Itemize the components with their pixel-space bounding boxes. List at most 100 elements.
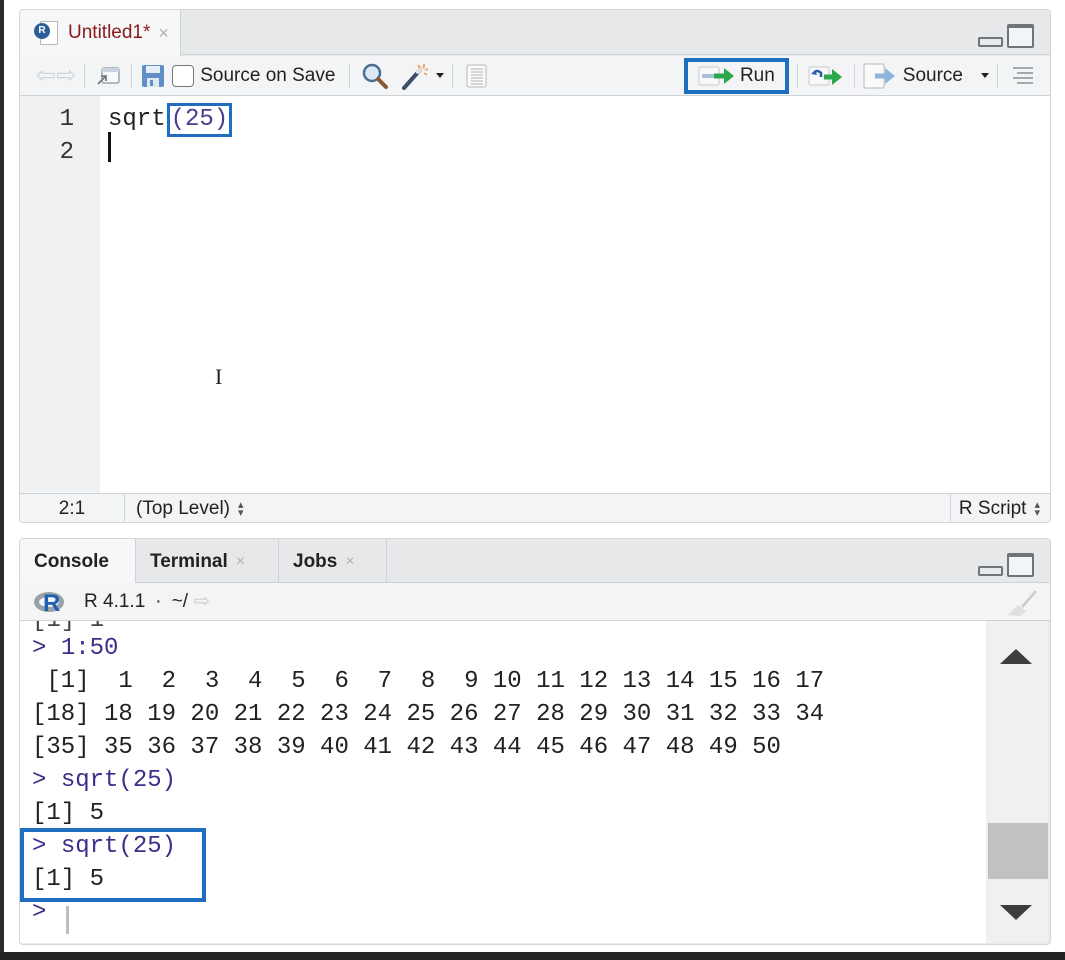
run-button[interactable]: Run [683,57,789,94]
console-header: R R 4.1.1 · ~/ ⇨ [20,583,1050,621]
prompt: > [32,899,47,926]
scope-label: (Top Level) [136,498,230,519]
search-icon [363,63,389,89]
toolbar-divider [452,63,454,88]
back-button[interactable]: ⇦ [36,61,56,91]
show-in-new-window-button[interactable] [93,61,123,91]
r-logo-icon: R [34,588,68,617]
updown-icon: ▴ ▾ [238,499,244,519]
find-replace-button[interactable] [358,61,392,91]
highlight-box [20,828,206,902]
source-on-save-checkbox[interactable] [172,64,195,87]
updown-icon: ▴ ▾ [1034,499,1040,519]
outline-icon [1013,66,1033,84]
console-tabbar: Console Terminal × Jobs × [20,539,1050,584]
source-label: Source [902,64,963,86]
console-output[interactable]: [1] 1 > 1:50 [1] 1 2 3 4 5 6 7 8 9 10 11… [20,621,986,943]
code-line[interactable]: sqrt (25) [108,103,233,137]
minimize-pane-icon[interactable] [978,37,1003,47]
window-edge [0,0,4,960]
source-editor-pane: R Untitled1* × ⇦ ⇨ Source on Save Run So… [19,9,1051,523]
toolbar-divider [131,63,133,88]
popout-window-icon [97,66,120,85]
command-text: 1:50 [60,635,119,662]
run-label: Run [739,64,775,86]
console-output-line: [1] 1 2 3 4 5 6 7 8 9 10 11 12 13 14 15 … [32,668,825,695]
mouse-ibeam-cursor: I [215,364,223,389]
console-output-line: [18] 18 19 20 21 22 23 24 25 26 27 28 29… [32,701,825,728]
code-function: sqrt [108,106,166,133]
minimize-pane-icon[interactable] [978,566,1003,576]
clear-console-broom-icon[interactable] [1006,589,1038,617]
file-type-label: R Script [958,498,1027,519]
prompt: > [32,635,47,662]
maximize-pane-icon[interactable] [1007,24,1034,48]
file-type-selector[interactable]: R Script ▴ ▾ [949,494,1050,522]
r-version: R 4.1.1 [84,590,146,612]
tab-console[interactable]: Console [20,539,136,584]
separator: · [155,590,162,612]
save-disk-icon [142,64,165,87]
pane-controls [978,24,1034,48]
document-outline-button[interactable] [1006,61,1040,91]
source-options-dropdown[interactable] [977,61,989,91]
console-command-line: > sqrt(25) [32,767,176,794]
arrow-right-icon: ⇨ [56,61,77,89]
rerun-button[interactable] [806,61,846,91]
text-cursor [108,132,111,162]
tab-untitled1[interactable]: R Untitled1* × [20,10,181,56]
maximize-pane-icon[interactable] [1007,553,1034,577]
scroll-thumb[interactable] [988,823,1048,879]
console-line-partial: [1] 1 [32,621,104,634]
tab-terminal[interactable]: Terminal × [136,539,279,584]
close-icon[interactable]: × [158,23,169,44]
source-file-icon [863,63,895,88]
editor-toolbar: ⇦ ⇨ Source on Save Run Source [20,56,1050,96]
tab-jobs[interactable]: Jobs × [279,539,387,584]
scroll-down-arrow-icon[interactable] [1000,905,1032,920]
toolbar-divider [349,63,351,88]
working-directory[interactable]: ~/ [172,591,188,613]
code-tools-button[interactable] [400,61,445,91]
source-on-save-toggle[interactable]: Source on Save [172,61,335,91]
chevron-down-icon [981,73,989,78]
toolbar-divider [796,63,798,88]
compile-report-button[interactable] [461,61,491,91]
toolbar-divider [997,63,998,88]
cursor-position: 2:1 [20,494,125,522]
r-script-file-icon: R [34,19,60,47]
source-button[interactable]: Source [863,61,963,91]
highlighted-argument: (25) [166,103,233,137]
code-editor[interactable]: 1 2 sqrt (25) I [20,96,1050,493]
forward-button[interactable]: ⇨ [56,61,76,91]
line-number: 2 [59,139,74,166]
arrow-left-icon: ⇦ [36,61,57,89]
console-output-line: [35] 35 36 37 38 39 40 41 42 43 44 45 46… [32,734,781,761]
source-on-save-label: Source on Save [200,64,336,86]
console-input-line[interactable]: > [32,899,46,926]
toolbar-divider [84,63,86,88]
goto-directory-icon[interactable]: ⇨ [194,590,210,613]
window-edge [0,952,1065,960]
run-line-icon [698,66,734,85]
tab-label: Console [34,550,109,572]
command-text: sqrt(25) [60,767,177,794]
editor-statusbar: 2:1 (Top Level) ▴ ▾ R Script ▴ ▾ [20,493,1050,522]
console-cursor [66,906,69,934]
close-icon[interactable]: × [345,553,354,571]
line-number-gutter: 1 2 [20,96,100,493]
console-pane: Console Terminal × Jobs × R R 4.1.1 · ~/… [19,538,1051,945]
line-number: 1 [59,106,74,133]
console-command-line: > 1:50 [32,635,118,662]
prompt: > [32,767,47,794]
tab-label: Terminal [150,550,228,572]
save-button[interactable] [140,61,166,91]
rerun-icon [808,66,842,85]
scope-selector[interactable]: (Top Level) ▴ ▾ [125,498,950,520]
console-scrollbar[interactable] [986,621,1048,943]
tab-label: Untitled1* [68,22,151,43]
scroll-up-arrow-icon[interactable] [1000,649,1032,664]
pane-controls [978,553,1034,577]
magic-wand-icon [402,63,429,90]
close-icon[interactable]: × [236,553,245,571]
